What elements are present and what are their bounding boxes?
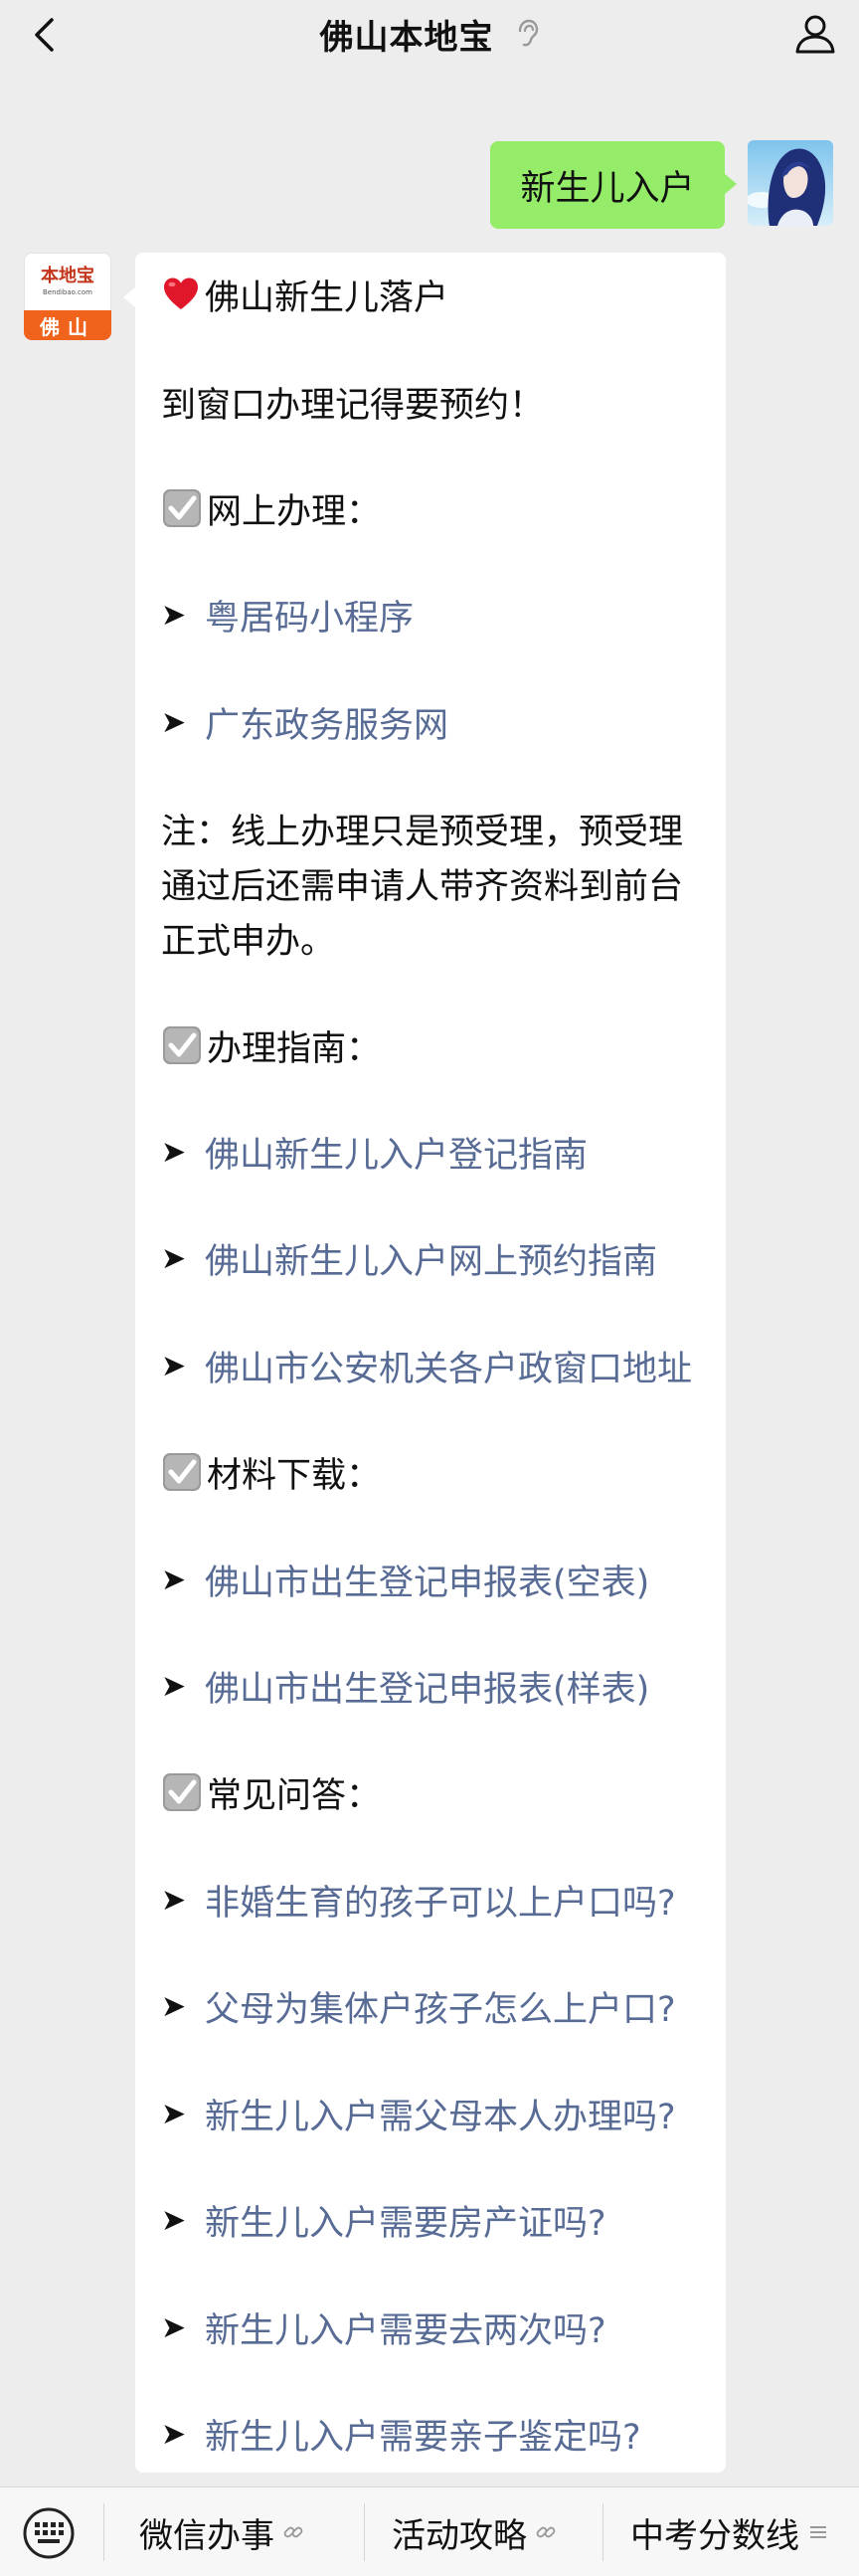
logo-name: 本地宝 [41,266,94,286]
arrowhead-icon: ➤ [161,1668,187,1704]
arrowhead-icon: ➤ [161,1882,187,1918]
link-row[interactable]: ➤ 新生儿入户需父母本人办理吗? [161,2088,716,2139]
arrowhead-icon: ➤ [161,2096,187,2131]
section-heading-text: 常见问答： [207,1775,382,1816]
link-row[interactable]: ➤ 新生儿入户需要房产证吗? [161,2194,716,2246]
menu-item-exam-scores[interactable]: 中考分数线 [630,2487,829,2576]
arrowhead-icon: ➤ [161,2416,187,2452]
link-text[interactable]: 新生儿入户需父母本人办理吗? [205,2089,676,2139]
bot-message-bubble: 佛山新生儿落户 到窗口办理记得要预约！ 网上办理： ➤ 粤居码小程序 ➤ 广东政… [123,253,726,2473]
note-line: 注：线上办理只是预受理，预受理 [161,813,684,852]
arrowhead-icon: ➤ [161,2309,187,2345]
menu-divider [103,2503,104,2561]
link-row[interactable]: ➤ 非婚生育的孩子可以上户口吗? [161,1874,716,1926]
link-row[interactable]: ➤ 父母为集体户孩子怎么上户口? [161,1980,716,2032]
bendibao-logo: 本地宝 Bendibao.com [24,253,111,310]
note-line: 通过后还需申请人带齐资料到前台 [161,867,684,907]
link-text[interactable]: 粤居码小程序 [205,590,414,641]
menu-divider [364,2503,365,2561]
checkbox-checked-icon [163,1773,201,1811]
anime-girl-avatar-image [748,140,833,226]
menu-lines-icon [810,2526,826,2538]
menu-item-activity-guide[interactable]: 活动攻略 [392,2487,557,2576]
chat-title: 佛山本地宝 [319,17,494,58]
link-row[interactable]: ➤ 佛山市公安机关各户政窗口地址 [161,1340,716,1391]
link-text[interactable]: 父母为集体户孩子怎么上户口? [205,1981,676,2032]
menu-item-label: 微信办事 [139,2515,274,2556]
arrowhead-icon: ➤ [161,1134,187,1170]
arrowhead-icon: ➤ [161,1240,187,1276]
menu-item-label: 活动攻略 [392,2515,527,2556]
user-avatar[interactable] [748,140,833,226]
red-heart-icon [164,277,198,309]
link-text[interactable]: 佛山市出生登记申报表(样表) [205,1661,649,1712]
section-heading-guide: 办理指南： [161,1019,716,1071]
keyboard-icon[interactable] [18,2505,80,2561]
section-heading-text: 网上办理： [207,491,382,532]
arrowhead-icon: ➤ [161,2202,187,2238]
link-row[interactable]: ➤ 佛山新生儿入户登记指南 [161,1126,716,1178]
section-heading-text: 办理指南： [207,1028,382,1069]
user-message-bubble: 新生儿入户 [490,141,737,229]
note-line: 正式申办。 [161,922,336,962]
arrowhead-icon: ➤ [161,1988,187,2024]
section-heading-online: 网上办理： [161,482,716,534]
chat-header: 佛山本地宝 [0,0,859,68]
link-text[interactable]: 佛山新生儿入户网上预约指南 [205,1233,657,1284]
user-message-text: 新生儿入户 [520,168,695,209]
link-text[interactable]: 新生儿入户需要去两次吗? [205,2302,606,2353]
section-heading-download: 材料下载： [161,1446,716,1498]
section-heading-faq: 常见问答： [161,1766,716,1818]
link-text[interactable]: 广东政务服务网 [205,697,448,748]
reminder-row: 到窗口办理记得要预约！ [161,376,716,428]
link-row[interactable]: ➤ 佛山新生儿入户网上预约指南 [161,1232,716,1284]
link-row[interactable]: ➤ 新生儿入户需要去两次吗? [161,2301,716,2353]
message-title-row: 佛山新生儿落户 [161,269,716,320]
menu-divider [602,2503,603,2561]
ear-icon [518,19,538,47]
checkbox-checked-icon [163,1453,201,1491]
link-row[interactable]: ➤ 佛山市出生登记申报表(空表) [161,1554,716,1605]
link-text[interactable]: 非婚生育的孩子可以上户口吗? [205,1875,676,1926]
link-icon [536,2526,556,2538]
menu-item-wechat-services[interactable]: 微信办事 [139,2487,304,2576]
arrowhead-icon: ➤ [161,1348,187,1383]
logo-city: 佛山 [24,310,111,340]
link-text[interactable]: 新生儿入户需要房产证吗? [205,2195,606,2246]
link-text[interactable]: 佛山市出生登记申报表(空表) [205,1555,649,1605]
checkbox-checked-icon [163,1026,201,1064]
link-text[interactable]: 新生儿入户需要亲子鉴定吗? [205,2409,641,2460]
checkbox-checked-icon [163,489,201,527]
message-title: 佛山新生儿落户 [205,277,449,318]
section-heading-text: 材料下载： [207,1455,382,1496]
bendibao-avatar[interactable]: 本地宝 Bendibao.com 佛山 [24,253,111,340]
link-row[interactable]: ➤ 新生儿入户需要亲子鉴定吗? [161,2408,716,2460]
arrowhead-icon: ➤ [161,1562,187,1597]
arrowhead-icon: ➤ [161,704,187,740]
bottom-menu-bar: 微信办事 活动攻略 中考分数线 [0,2486,859,2576]
person-icon[interactable] [791,10,839,58]
link-text[interactable]: 佛山新生儿入户登记指南 [205,1127,588,1178]
logo-url: Bendibao.com [42,288,92,296]
link-row[interactable]: ➤ 佛山市出生登记申报表(样表) [161,1660,716,1712]
reminder-text: 到窗口办理记得要预约！ [161,385,545,426]
link-text[interactable]: 佛山市公安机关各户政窗口地址 [205,1341,692,1391]
arrowhead-icon: ➤ [161,597,187,633]
menu-item-label: 中考分数线 [630,2515,799,2556]
link-row[interactable]: ➤ 广东政务服务网 [161,696,716,748]
link-icon [283,2526,303,2538]
link-row[interactable]: ➤ 粤居码小程序 [161,589,716,641]
note-paragraph: 注：线上办理只是预受理，预受理 通过后还需申请人带齐资料到前台 正式申办。 [161,806,708,970]
